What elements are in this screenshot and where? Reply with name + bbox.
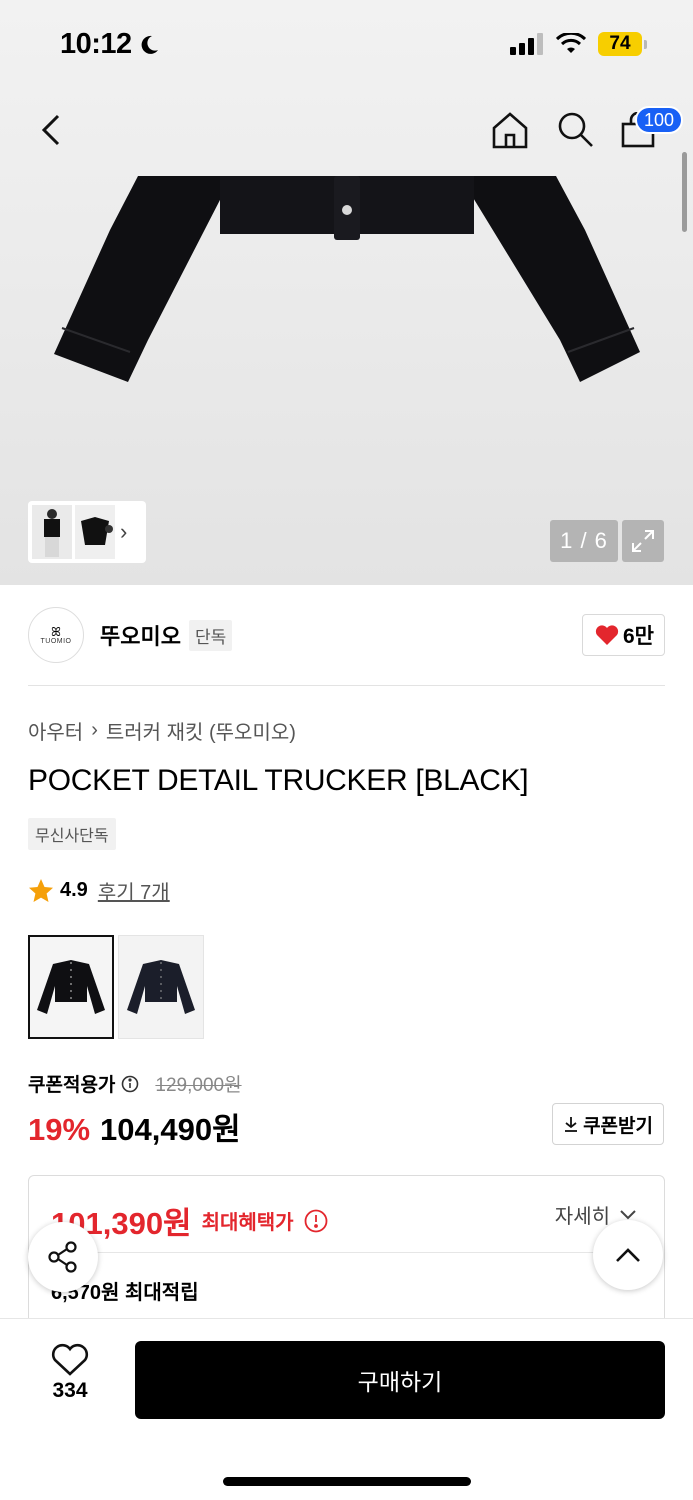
product-title: POCKET DETAIL TRUCKER [BLACK]	[28, 764, 529, 797]
discount-rate: 19%	[28, 1112, 91, 1147]
brand-name[interactable]: 뚜오미오	[100, 619, 181, 651]
search-icon[interactable]	[556, 110, 594, 148]
battery-level: 74	[598, 32, 642, 56]
status-time-text: 10:12	[60, 28, 132, 60]
home-indicator	[223, 1477, 471, 1486]
divider	[51, 1252, 642, 1253]
variant-thumbnail	[37, 960, 105, 1014]
status-bar: 10:12 74	[0, 0, 693, 90]
max-benefit-label: 최대혜택가	[201, 1212, 294, 1234]
back-icon[interactable]	[34, 108, 70, 152]
moon-icon	[141, 35, 158, 54]
chevron-right-icon: ›	[91, 719, 98, 741]
wishlist-count: 334	[52, 1379, 88, 1402]
brand-logo-mark: ꕤ	[51, 624, 61, 639]
original-price: 129,000원	[155, 1075, 242, 1096]
chevron-right-icon[interactable]: ›	[120, 519, 127, 545]
variant-navy[interactable]	[118, 935, 204, 1039]
thumbnail-strip[interactable]: ›	[28, 501, 146, 563]
image-page-counter: 1 / 6	[550, 520, 618, 562]
exclusive-badge: 무신사단독	[28, 818, 116, 850]
price-row: 19% 104,490원	[28, 1104, 241, 1149]
top-nav: 100	[0, 100, 693, 160]
brand-row: ꕤ TUOMIO 뚜오미오 단독 6만	[28, 606, 665, 664]
info-icon[interactable]	[121, 1075, 139, 1093]
brand-logo[interactable]: ꕤ TUOMIO	[28, 607, 84, 663]
sale-price: 104,490원	[100, 1112, 241, 1147]
variant-thumbnail	[127, 960, 195, 1014]
breadcrumb: 아우터 › 트러커 재킷 (뚜오미오)	[28, 716, 296, 745]
max-benefit-box[interactable]: 101,390원 최대혜택가 자세히 6,570원 최대적립	[28, 1175, 665, 1335]
wifi-icon	[556, 33, 586, 53]
variant-black[interactable]	[28, 935, 114, 1039]
rating-row: 4.9 후기 7개	[28, 876, 170, 905]
cart-count-badge: 100	[635, 106, 684, 134]
expand-icon	[632, 530, 654, 552]
scroll-to-top-button[interactable]	[593, 1220, 663, 1290]
info-icon[interactable]	[304, 1209, 328, 1233]
share-button[interactable]	[28, 1222, 98, 1292]
battery-icon: 74	[598, 32, 647, 56]
brand-like-count: 6만	[623, 625, 654, 648]
brand-logo-text: TUOMIO	[40, 637, 72, 645]
heart-filled-icon	[595, 625, 619, 645]
max-benefit-price-row: 101,390원 최대혜택가	[51, 1198, 328, 1243]
status-indicators: 74	[510, 32, 647, 56]
breadcrumb-subcategory[interactable]: 트러커 재킷 (뚜오미오)	[106, 716, 296, 745]
thumbnail-jacket-flat[interactable]	[75, 505, 115, 559]
signal-icon	[510, 33, 543, 55]
brand-like-button[interactable]: 6만	[582, 614, 665, 656]
expand-image-button[interactable]	[622, 520, 664, 562]
breadcrumb-category[interactable]: 아우터	[28, 716, 83, 745]
brand-exclusive-tag: 단독	[188, 619, 233, 651]
heart-outline-icon	[51, 1343, 89, 1376]
star-icon	[29, 878, 53, 902]
status-time: 10:12	[60, 28, 160, 61]
coupon-price-label: 쿠폰적용가	[28, 1075, 116, 1096]
color-variants	[28, 935, 204, 1039]
review-link[interactable]: 후기 7개	[98, 876, 170, 905]
home-icon[interactable]	[490, 110, 530, 150]
share-icon	[48, 1241, 77, 1273]
divider	[28, 685, 665, 686]
wishlist-button[interactable]: 334	[30, 1343, 110, 1403]
chevron-up-icon	[616, 1248, 640, 1262]
get-coupon-button[interactable]: 쿠폰받기	[552, 1103, 664, 1145]
thumbnail-model-front[interactable]	[32, 505, 72, 559]
get-coupon-label: 쿠폰받기	[583, 1115, 653, 1137]
benefit-detail-label: 자세히	[554, 1206, 610, 1228]
coupon-price-label-row: 쿠폰적용가 129,000원	[28, 1070, 242, 1097]
download-icon	[565, 1117, 578, 1132]
bottom-action-bar: 334 구매하기	[0, 1318, 693, 1500]
scrollbar[interactable]	[682, 152, 687, 232]
rating-score: 4.9	[60, 879, 88, 901]
buy-button[interactable]: 구매하기	[135, 1341, 665, 1419]
